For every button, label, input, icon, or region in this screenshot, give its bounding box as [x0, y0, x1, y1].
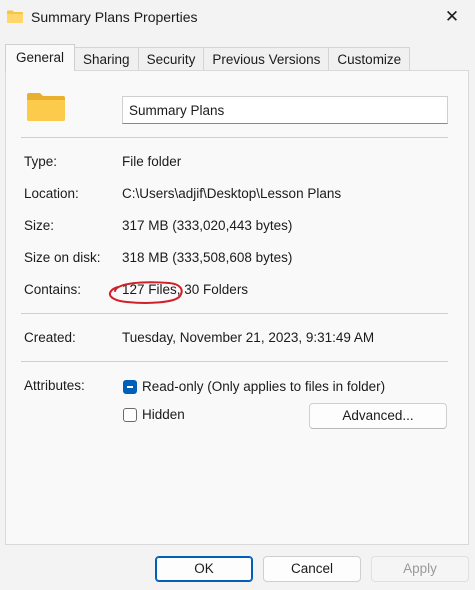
- size-on-disk-value: 318 MB (333,508,608 bytes): [122, 250, 293, 265]
- tab-bar: General Sharing Security Previous Versio…: [5, 44, 411, 71]
- tab-sharing[interactable]: Sharing: [74, 47, 139, 71]
- size-label: Size:: [24, 218, 55, 233]
- advanced-button[interactable]: Advanced...: [309, 403, 447, 429]
- properties-window: Summary Plans Properties ✕ General Shari…: [0, 0, 475, 590]
- divider: [21, 361, 448, 362]
- contains-label: Contains:: [24, 282, 82, 297]
- contains-value: 127 Files, 30 Folders: [122, 282, 249, 297]
- attributes-label: Attributes:: [24, 378, 85, 393]
- created-value: Tuesday, November 21, 2023, 9:31:49 AM: [122, 330, 375, 345]
- size-on-disk-label: Size on disk:: [24, 250, 101, 265]
- cancel-button[interactable]: Cancel: [263, 556, 361, 582]
- divider: [21, 137, 448, 138]
- tab-customize[interactable]: Customize: [328, 47, 411, 71]
- type-value: File folder: [122, 154, 182, 169]
- hidden-checkbox[interactable]: [123, 408, 137, 422]
- indeterminate-icon: [127, 386, 133, 388]
- ok-button[interactable]: OK: [155, 556, 253, 582]
- folder-icon: [27, 93, 65, 121]
- divider: [21, 313, 448, 314]
- readonly-checkbox[interactable]: [123, 380, 137, 394]
- size-value: 317 MB (333,020,443 bytes): [122, 218, 293, 233]
- location-label: Location:: [24, 186, 79, 201]
- tab-security[interactable]: Security: [137, 47, 205, 71]
- folder-icon: [7, 10, 23, 23]
- tab-general[interactable]: General: [5, 44, 76, 71]
- hidden-label[interactable]: Hidden: [142, 407, 185, 422]
- window-title: Summary Plans Properties: [31, 9, 198, 25]
- created-label: Created:: [24, 330, 76, 345]
- type-label: Type:: [24, 154, 58, 169]
- readonly-label[interactable]: Read-only (Only applies to files in fold…: [142, 379, 385, 394]
- close-icon: ✕: [444, 7, 460, 26]
- close-button[interactable]: ✕: [429, 0, 475, 34]
- location-value: C:\Users\adjif\Desktop\Lesson Plans: [122, 186, 342, 201]
- apply-button[interactable]: Apply: [371, 556, 469, 582]
- folder-name-input[interactable]: [122, 96, 448, 124]
- title-bar[interactable]: Summary Plans Properties ✕: [0, 0, 475, 36]
- general-panel: Type: File folder Location: C:\Users\adj…: [5, 70, 469, 545]
- tab-previous-versions[interactable]: Previous Versions: [203, 47, 330, 71]
